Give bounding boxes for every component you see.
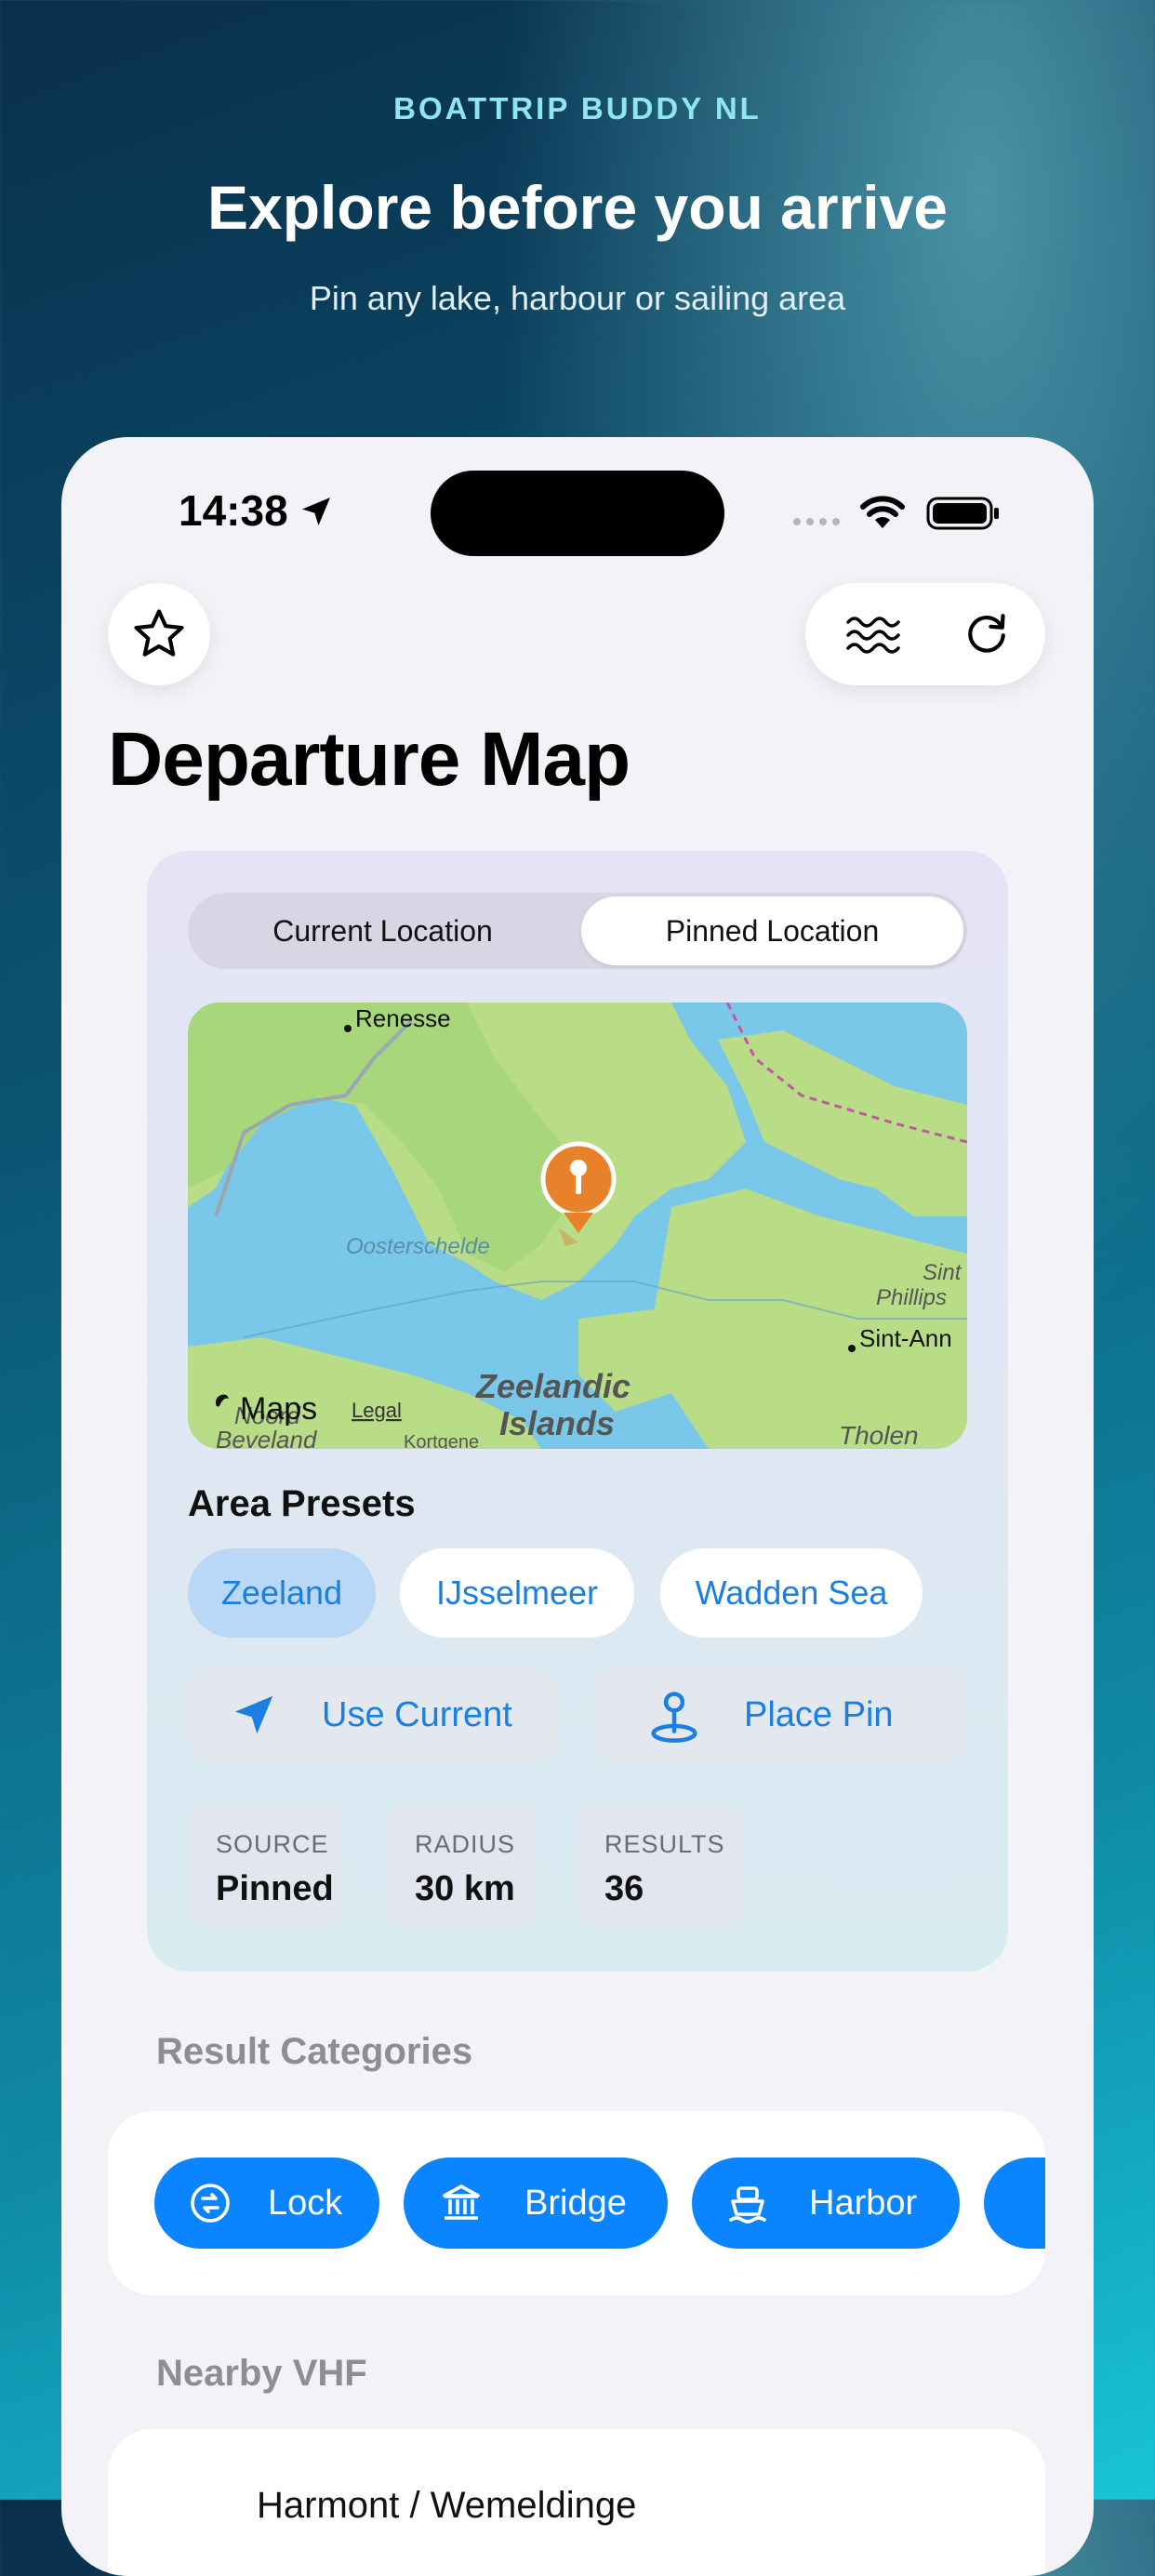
category-harbor-button[interactable]: Harbor: [692, 2158, 960, 2249]
hero-subtitle: Pin any lake, harbour or sailing area: [309, 279, 846, 317]
map-label-phillips: Phillips: [876, 1285, 947, 1310]
category-lock-label: Lock: [268, 2184, 343, 2223]
map-legal-link[interactable]: Legal: [352, 1399, 402, 1422]
refresh-icon: [968, 614, 1005, 653]
star-icon: [134, 609, 184, 657]
area-presets-title: Area Presets: [188, 1483, 416, 1524]
battery-icon: [926, 497, 999, 530]
category-lock-button[interactable]: Lock: [154, 2158, 379, 2249]
preset-chip-ijsselmeer[interactable]: IJsselmeer: [400, 1548, 634, 1638]
stat-results-key: RESULTS: [604, 1830, 725, 1858]
hero-headline: Explore before you arrive: [207, 173, 948, 242]
lock-arrows-icon: [191, 2184, 230, 2223]
map-view[interactable]: Renesse Oosterschelde Zeelandic Islands …: [188, 1003, 967, 1449]
result-categories-scroller[interactable]: Lock Bridge Harbor: [108, 2111, 1045, 2295]
stat-radius-value: 30 km: [415, 1869, 515, 1908]
ferry-icon: [729, 2186, 766, 2224]
departure-card: Current Location Pinned Location Renesse…: [147, 851, 1008, 1972]
segment-pinned-location[interactable]: Pinned Location: [581, 896, 963, 965]
map-label-tholen: Tholen: [839, 1421, 919, 1449]
bridge-building-icon: [443, 2184, 480, 2220]
segment-current-location[interactable]: Current Location: [188, 893, 578, 969]
map-canvas: Renesse Oosterschelde Zeelandic Islands …: [188, 1003, 967, 1449]
cellular-signal-icon: [793, 518, 840, 525]
use-current-button[interactable]: Use Current: [188, 1667, 556, 1762]
vhf-item-title: Harmont / Wemeldinge: [257, 2485, 637, 2526]
category-more-button[interactable]: [984, 2158, 1045, 2249]
water-waves-icon: [846, 617, 900, 654]
category-bridge-label: Bridge: [524, 2184, 627, 2223]
refresh-button[interactable]: [936, 583, 1038, 685]
map-label-sint-ann: Sint-Ann: [859, 1324, 952, 1352]
result-categories-title: Result Categories: [156, 2031, 473, 2072]
category-bridge-button[interactable]: Bridge: [404, 2158, 668, 2249]
nearby-vhf-title: Nearby VHF: [156, 2353, 367, 2394]
location-mode-segmented-control: Current Location Pinned Location: [188, 893, 967, 969]
category-harbor-label: Harbor: [809, 2184, 918, 2223]
nearby-vhf-card[interactable]: Harmont / Wemeldinge: [108, 2429, 1045, 2576]
dynamic-island: [431, 471, 724, 556]
place-pin-button[interactable]: Place Pin: [593, 1667, 967, 1762]
pin-drop-icon: [651, 1692, 697, 1743]
map-label-renesse: Renesse: [355, 1004, 451, 1032]
stat-radius: RADIUS 30 km: [387, 1804, 538, 1927]
stat-source-key: SOURCE: [216, 1830, 329, 1858]
page-title: Departure Map: [108, 717, 631, 802]
stat-results: RESULTS 36: [577, 1804, 742, 1927]
place-pin-label: Place Pin: [744, 1695, 894, 1734]
map-label-oosterschelde: Oosterschelde: [346, 1234, 490, 1259]
use-current-label: Use Current: [322, 1695, 512, 1734]
status-time: 14:38: [179, 486, 288, 535]
location-arrow-icon: [234, 1695, 273, 1734]
stat-results-value: 36: [604, 1869, 644, 1908]
map-label-sint: Sint: [923, 1260, 962, 1285]
map-tools-group: [805, 583, 1045, 685]
favorite-button[interactable]: [108, 583, 210, 685]
stat-radius-key: RADIUS: [415, 1830, 516, 1858]
water-layer-button[interactable]: [822, 583, 924, 685]
phone-screen: 14:38 Departure Map Current Location Pin…: [61, 437, 1094, 2576]
map-label-kortgene: Kortgene: [404, 1432, 479, 1449]
wifi-icon: [860, 496, 905, 528]
location-arrow-icon: [302, 498, 330, 525]
preset-chip-zeeland[interactable]: Zeeland: [188, 1548, 376, 1638]
preset-chip-wadden-sea[interactable]: Wadden Sea: [660, 1548, 923, 1638]
map-label-islands: Islands: [499, 1404, 615, 1442]
maps-attribution: Maps: [240, 1391, 317, 1427]
status-bar: 14:38: [61, 437, 1094, 567]
map-label-zeelandic: Zeelandic: [475, 1367, 631, 1405]
stat-source: SOURCE Pinned: [188, 1804, 344, 1927]
brand-label: BOATTRIP BUDDY NL: [393, 91, 762, 126]
map-label-beveland: Beveland: [216, 1426, 318, 1449]
stat-source-value: Pinned: [216, 1869, 334, 1908]
